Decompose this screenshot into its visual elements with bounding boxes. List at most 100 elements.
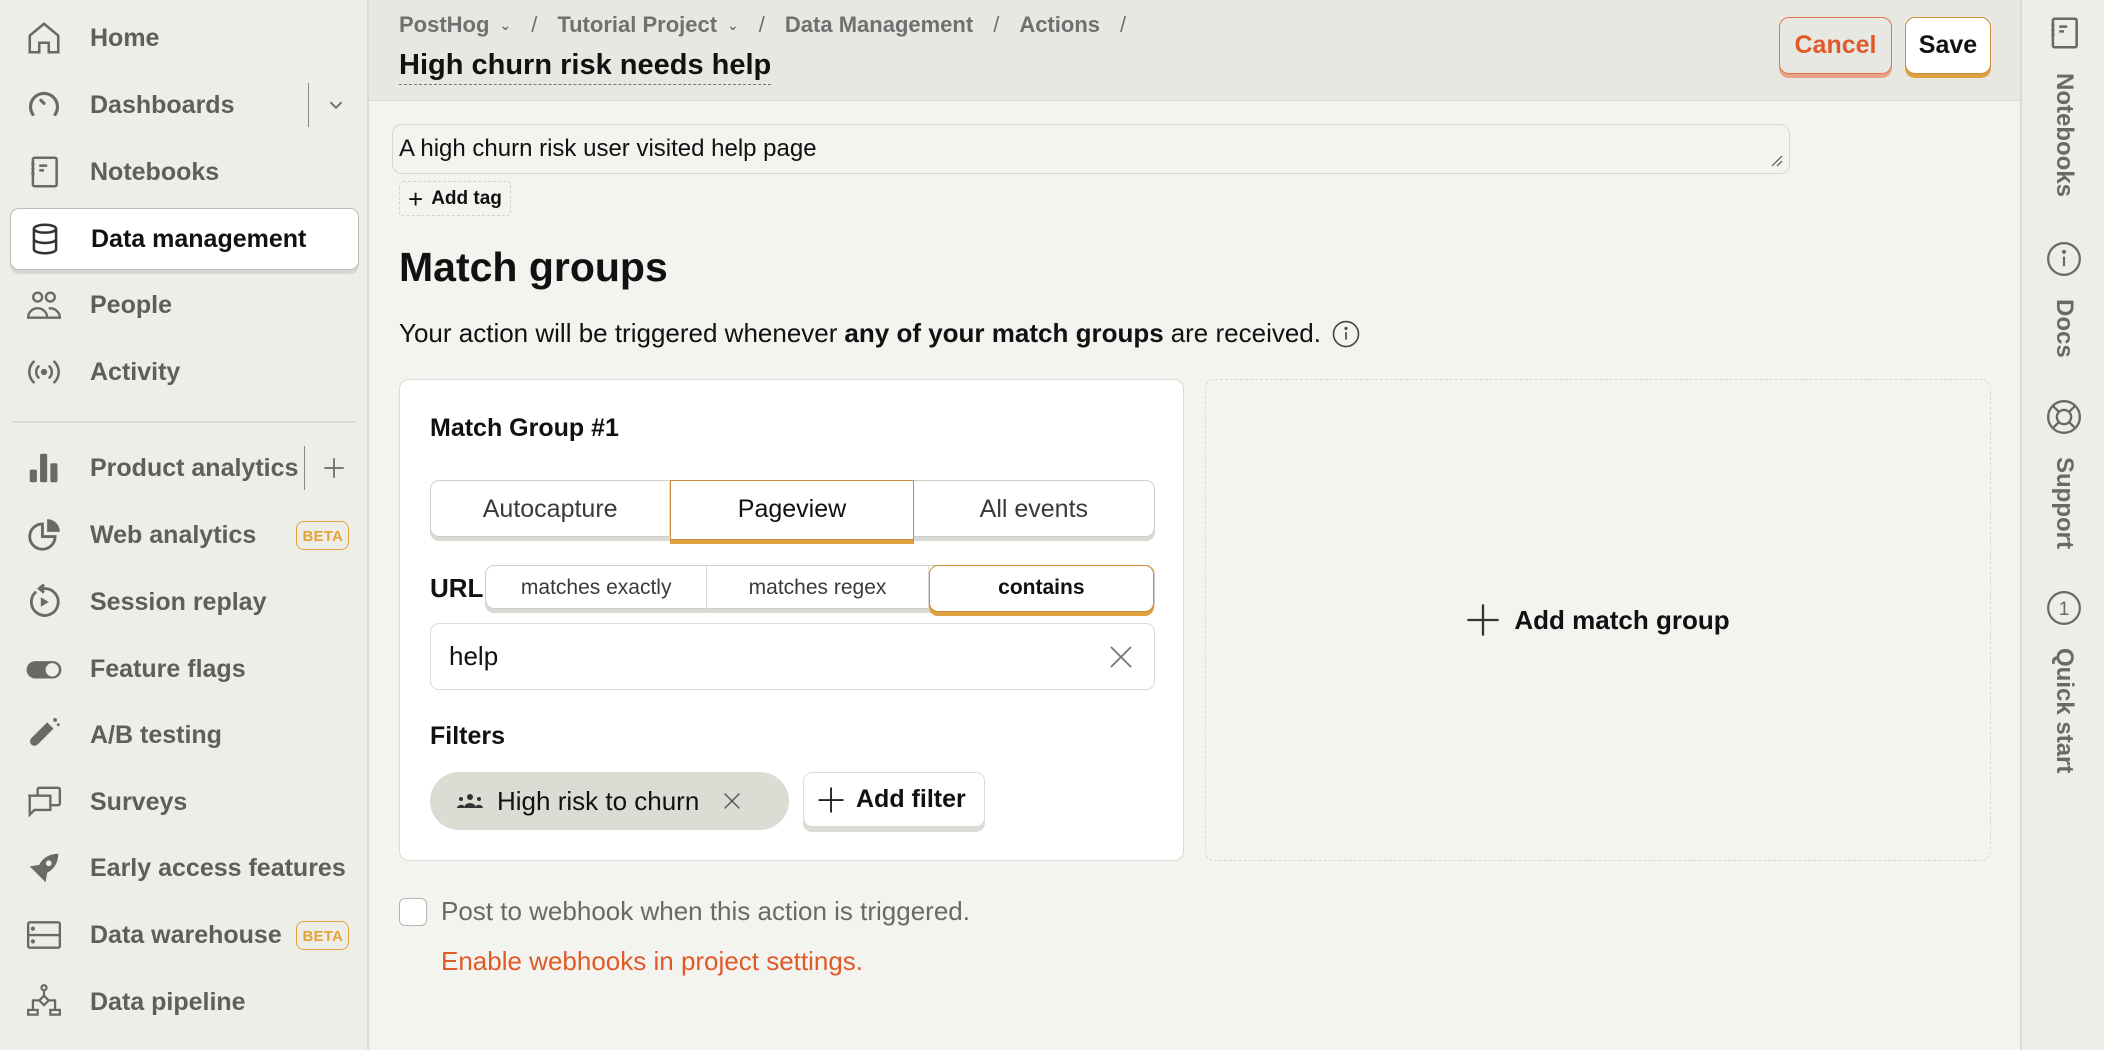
- beta-badge: BETA: [296, 920, 349, 950]
- rightbar-quick-start[interactable]: 1 Quick start: [2022, 589, 2104, 773]
- rightbar-notebooks[interactable]: Notebooks: [2022, 14, 2104, 197]
- event-type-all-events[interactable]: All events: [914, 481, 1154, 538]
- sidebar-item-people[interactable]: People: [10, 274, 359, 336]
- add-filter-button[interactable]: Add filter: [803, 772, 985, 827]
- description-textarea[interactable]: A high churn risk user visited help page: [392, 124, 1790, 174]
- page-title[interactable]: High churn risk needs help: [399, 48, 772, 85]
- add-match-group-label: Add match group: [1514, 604, 1730, 635]
- event-type-selector: Autocapture Pageview All events: [430, 479, 1155, 540]
- info-icon: [2045, 240, 2083, 283]
- subtitle-bold: any of your match groups: [844, 318, 1164, 348]
- top-header: PostHog ⌄ / Tutorial Project ⌄ / Data Mana…: [369, 0, 2020, 101]
- sidebar-item-label: Early access features: [90, 853, 346, 882]
- sidebar-item-label: Session replay: [90, 587, 267, 616]
- enable-webhooks-link[interactable]: Enable webhooks in project settings.: [441, 946, 863, 977]
- new-insight-button[interactable]: [304, 446, 347, 490]
- broadcast-icon: [24, 352, 64, 392]
- url-match-selector: matches exactly matches regex contains: [485, 564, 1155, 612]
- sidebar-item-label: Data pipeline: [90, 987, 246, 1016]
- sidebar-item-label: Product analytics: [90, 453, 299, 482]
- sidebar-item-product-analytics[interactable]: Product analytics: [10, 437, 359, 499]
- sidebar-item-data-pipeline[interactable]: Data pipeline: [10, 971, 359, 1033]
- database-icon: [25, 219, 65, 259]
- filter-chip-label: High risk to churn: [497, 785, 700, 816]
- dashboards-dropdown-button[interactable]: [308, 83, 347, 127]
- match-groups-heading: Match groups: [399, 244, 668, 290]
- sidebar-item-home[interactable]: Home: [10, 7, 359, 69]
- sidebar-item-notebooks[interactable]: Notebooks: [10, 141, 359, 203]
- breadcrumb-project[interactable]: Tutorial Project ⌄: [557, 12, 738, 38]
- rightbar-support[interactable]: Support: [2022, 398, 2104, 549]
- url-input[interactable]: help: [430, 623, 1155, 690]
- breadcrumb-label: Tutorial Project: [557, 12, 718, 37]
- add-filter-label: Add filter: [856, 785, 966, 813]
- match-group-title: Match Group #1: [430, 414, 619, 442]
- sidebar-item-feature-flags[interactable]: Feature flags: [10, 638, 359, 700]
- event-type-autocapture[interactable]: Autocapture: [431, 481, 671, 538]
- svg-text:1: 1: [2059, 599, 2070, 620]
- sidebar-item-label: Data management: [91, 224, 307, 253]
- close-icon[interactable]: [721, 790, 743, 812]
- webhook-checkbox[interactable]: [399, 897, 427, 926]
- sidebar-item-session-replay[interactable]: Session replay: [10, 571, 359, 633]
- url-match-exactly[interactable]: matches exactly: [486, 566, 708, 610]
- webhook-option: Post to webhook when this action is trig…: [399, 896, 970, 927]
- sidebar-item-label: A/B testing: [90, 720, 222, 749]
- close-icon[interactable]: [1106, 642, 1136, 672]
- sidebar-item-label: Activity: [90, 357, 181, 386]
- save-button[interactable]: Save: [1905, 17, 1991, 74]
- breadcrumb-separator: /: [1120, 12, 1127, 37]
- breadcrumb-actions[interactable]: Actions: [1019, 12, 1100, 38]
- event-type-pageview[interactable]: Pageview: [670, 479, 914, 540]
- dashboard-gauge-icon: [24, 85, 64, 125]
- rocket-icon: [24, 848, 64, 888]
- sidebar-item-label: Web analytics: [90, 520, 257, 549]
- breadcrumb-data-management[interactable]: Data Management: [785, 12, 973, 38]
- rightbar-label: Quick start: [2051, 648, 2078, 774]
- quickstart-badge-icon: 1: [2045, 589, 2083, 632]
- chat-bubbles-icon: [24, 782, 64, 822]
- plus-icon: [1467, 604, 1499, 636]
- sidebar-item-web-analytics[interactable]: Web analytics BETA: [10, 504, 359, 566]
- beta-badge: BETA: [296, 520, 349, 550]
- subtitle-text: are received.: [1170, 318, 1321, 348]
- sidebar-item-data-management[interactable]: Data management: [10, 208, 359, 270]
- filter-chip[interactable]: High risk to churn: [430, 772, 789, 830]
- match-group-card: Match Group #1 Autocapture Pageview All …: [399, 379, 1184, 861]
- cancel-button[interactable]: Cancel: [1779, 17, 1892, 74]
- flask-icon: [24, 715, 64, 755]
- breadcrumb-separator: /: [758, 12, 765, 37]
- url-match-regex[interactable]: matches regex: [707, 566, 929, 610]
- sidebar-item-ab-testing[interactable]: A/B testing: [10, 704, 359, 766]
- filters-label: Filters: [430, 722, 506, 750]
- url-label: URL: [430, 573, 484, 603]
- sidebar-item-label: Notebooks: [90, 157, 220, 186]
- subtitle-text: Your action will be triggered whenever: [399, 318, 838, 348]
- breadcrumb-organization[interactable]: PostHog ⌄: [399, 12, 511, 38]
- resize-handle-icon[interactable]: [1769, 153, 1783, 167]
- sidebar-item-data-warehouse[interactable]: Data warehouse BETA: [10, 904, 359, 966]
- sidebar-item-dashboards[interactable]: Dashboards: [10, 74, 359, 136]
- info-icon[interactable]: [1331, 319, 1361, 349]
- bar-chart-icon: [24, 448, 64, 488]
- sidebar-item-label: Home: [90, 23, 160, 52]
- breadcrumb: PostHog ⌄ / Tutorial Project ⌄ / Data Mana…: [399, 12, 1146, 38]
- replay-icon: [24, 582, 64, 622]
- sidebar-item-early-access-features[interactable]: Early access features: [10, 837, 359, 899]
- breadcrumb-separator: /: [993, 12, 1000, 37]
- webhook-label[interactable]: Post to webhook when this action is trig…: [441, 896, 970, 927]
- sidebar-item-surveys[interactable]: Surveys: [10, 771, 359, 833]
- server-icon: [24, 915, 64, 955]
- match-groups-description: Your action will be triggered whenever a…: [399, 318, 1361, 349]
- notebook-icon: [24, 152, 64, 192]
- url-match-contains[interactable]: contains: [928, 564, 1155, 612]
- rightbar-docs[interactable]: Docs: [2022, 240, 2104, 358]
- right-sidebar: Notebooks Docs Support 1 Quick start: [2020, 0, 2104, 1050]
- rightbar-label: Notebooks: [2051, 73, 2078, 198]
- chevron-down-icon: ⌄: [727, 16, 739, 33]
- rightbar-label: Support: [2051, 457, 2078, 549]
- plus-icon: [324, 458, 344, 478]
- add-match-group-button[interactable]: Add match group: [1205, 379, 1991, 861]
- add-tag-button[interactable]: + Add tag: [399, 181, 511, 216]
- sidebar-item-activity[interactable]: Activity: [10, 341, 359, 403]
